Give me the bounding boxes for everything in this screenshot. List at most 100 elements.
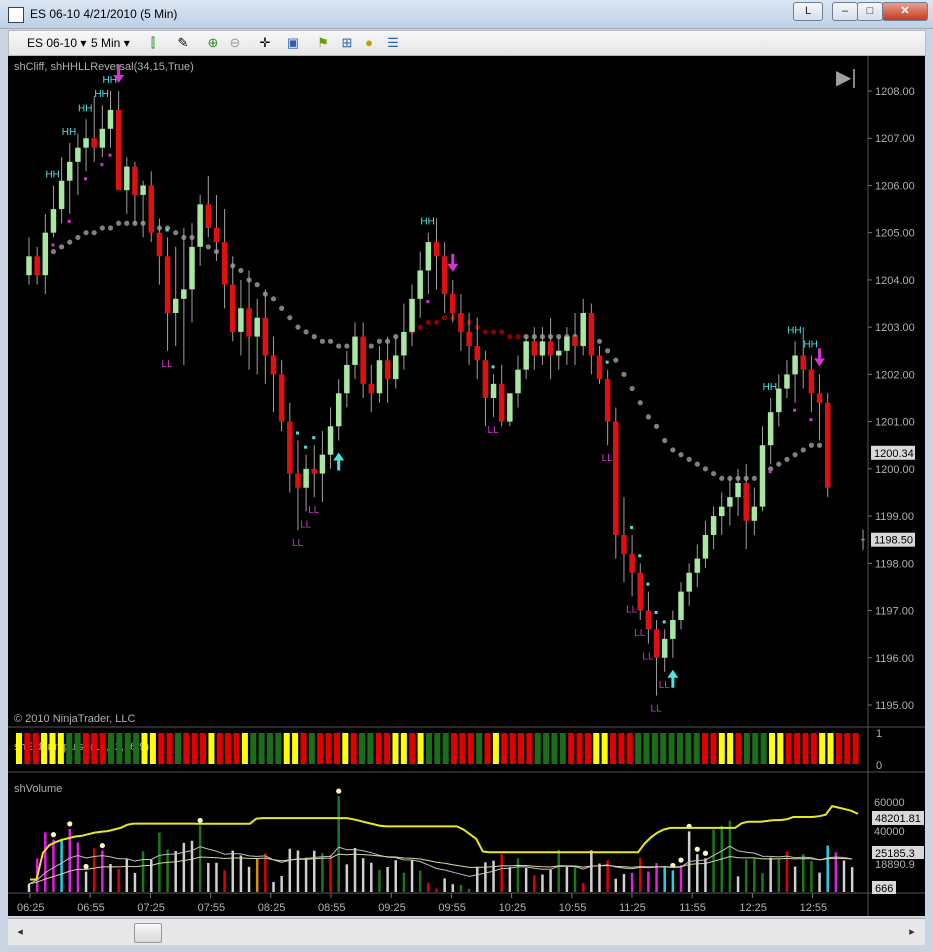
market-analyzer-icon[interactable]: ● (361, 35, 377, 51)
volume-indicator-label: shVolume (14, 783, 62, 795)
hh-label: HH (763, 382, 777, 393)
ema-dot (238, 267, 244, 274)
zoom-out-icon[interactable]: ⊖ (227, 35, 243, 51)
ema-dot (629, 385, 635, 392)
ema-dot (344, 343, 350, 349)
time-tick-label: 12:55 (800, 902, 828, 914)
buy-arrow-icon (333, 452, 345, 471)
impulse-bar (660, 733, 667, 764)
impulse-bar (618, 733, 625, 764)
price-tick-label: 1200.00 (875, 464, 915, 476)
crosshair-icon[interactable]: ✛ (257, 35, 273, 51)
hh-stop-dot (67, 219, 71, 223)
impulse-bar (24, 733, 31, 764)
instrument-selector[interactable]: ES 06-10 ▾ (27, 34, 86, 52)
language-button[interactable]: L (793, 2, 823, 21)
ema-dot (482, 329, 488, 335)
chart-area[interactable]: shCliff, shHHLLReversal(34,15,True) © 20… (8, 56, 925, 916)
hh-label: HH (94, 89, 108, 100)
play-to-end-icon[interactable]: ▶| (836, 67, 857, 89)
volume-fast-value: 18890.9 (875, 859, 915, 871)
ema-dot (107, 225, 114, 231)
instrument-label: ES 06-10 (27, 36, 78, 50)
impulse-bar (342, 733, 349, 764)
ll-label: LL (602, 453, 614, 464)
ll-label: LL (659, 680, 671, 691)
time-tick-label: 12:25 (739, 902, 767, 914)
ll-label: LL (651, 704, 663, 715)
horizontal-scrollbar[interactable]: ◂ ▸ (8, 918, 925, 945)
candle-body (262, 317, 269, 356)
data-box-icon[interactable]: ☰ (385, 35, 401, 51)
drawing-pen-icon[interactable]: ✎ (175, 35, 191, 51)
impulse-bar (785, 733, 792, 764)
impulse-bar (568, 733, 575, 764)
candle-body (621, 534, 627, 554)
volume-spike-dot (50, 832, 57, 838)
ema-dot (711, 470, 717, 477)
scroll-right-icon[interactable]: ▸ (904, 923, 920, 941)
candle-body (360, 336, 366, 384)
impulse-bar (124, 733, 131, 764)
ema-dot (295, 324, 301, 330)
candle-body (670, 619, 676, 639)
close-button[interactable]: ✕ (882, 2, 928, 21)
candle-body (230, 284, 236, 332)
candle-body (254, 317, 260, 337)
candle-body (604, 379, 611, 422)
impulse-bar (635, 733, 642, 764)
properties-icon[interactable]: ▣ (285, 35, 301, 51)
ema-dot (368, 343, 374, 349)
candle-body (401, 331, 407, 356)
impulse-bar (292, 733, 299, 764)
price-tick-label: 1205.00 (875, 228, 915, 240)
candle-body (784, 374, 790, 389)
ll-label: LL (308, 505, 320, 516)
chevron-down-icon: ▾ (123, 36, 130, 50)
hh-stop-dot (51, 243, 55, 247)
zoom-in-icon[interactable]: ⊕ (205, 35, 221, 51)
interval-label: 5 Min (91, 36, 121, 50)
impulse-bar (216, 733, 223, 764)
candle-body (694, 558, 701, 573)
impulse-bar (509, 733, 516, 764)
impulse-bar (275, 733, 282, 764)
maximize-button[interactable]: □ (857, 2, 883, 21)
ll-label: LL (292, 538, 304, 549)
ema-dot (75, 234, 81, 241)
copyright-text: © 2010 NinjaTrader, LLC (14, 713, 135, 725)
impulse-bar (534, 733, 541, 764)
strategy-icon[interactable]: ⚑ (315, 35, 331, 51)
volume-spike-dot (678, 857, 684, 863)
scroll-thumb[interactable] (134, 923, 162, 943)
ema-dot (303, 329, 309, 335)
candle-body (197, 204, 203, 247)
candle-body (556, 350, 562, 356)
hh-stop-dot (100, 163, 104, 167)
candle-body (352, 336, 358, 365)
minimize-button[interactable]: – (832, 2, 858, 21)
price-tick-label: 1201.00 (875, 417, 915, 429)
impulse-bar (384, 733, 391, 764)
title-bar[interactable]: ES 06-10 4/21/2010 (5 Min) L – □ ✕ (0, 0, 933, 29)
volume-spike-dot (702, 850, 709, 856)
impulse-bar (760, 733, 767, 764)
interval-selector[interactable]: 5 Min ▾ (91, 34, 130, 52)
chevron-down-icon: ▾ (80, 36, 87, 50)
impulse-bar (484, 733, 491, 764)
candle-body (531, 341, 538, 356)
ema-dot (808, 442, 815, 448)
candle-body (564, 336, 570, 351)
candlestick-icon[interactable]: ⫿ (145, 35, 161, 51)
ema-dot (287, 315, 293, 321)
impulse-bar (501, 733, 508, 764)
scroll-left-icon[interactable]: ◂ (12, 923, 28, 941)
impulse-tick-0: 0 (876, 760, 882, 772)
ema-dot (50, 248, 57, 255)
indicators-icon[interactable]: ⊞ (339, 35, 355, 51)
candle-body (490, 383, 497, 398)
candle-body (433, 242, 440, 257)
candle-body (466, 331, 472, 347)
impulse-bar (66, 733, 73, 764)
chart-canvas[interactable]: shCliff, shHHLLReversal(34,15,True) © 20… (8, 56, 925, 916)
